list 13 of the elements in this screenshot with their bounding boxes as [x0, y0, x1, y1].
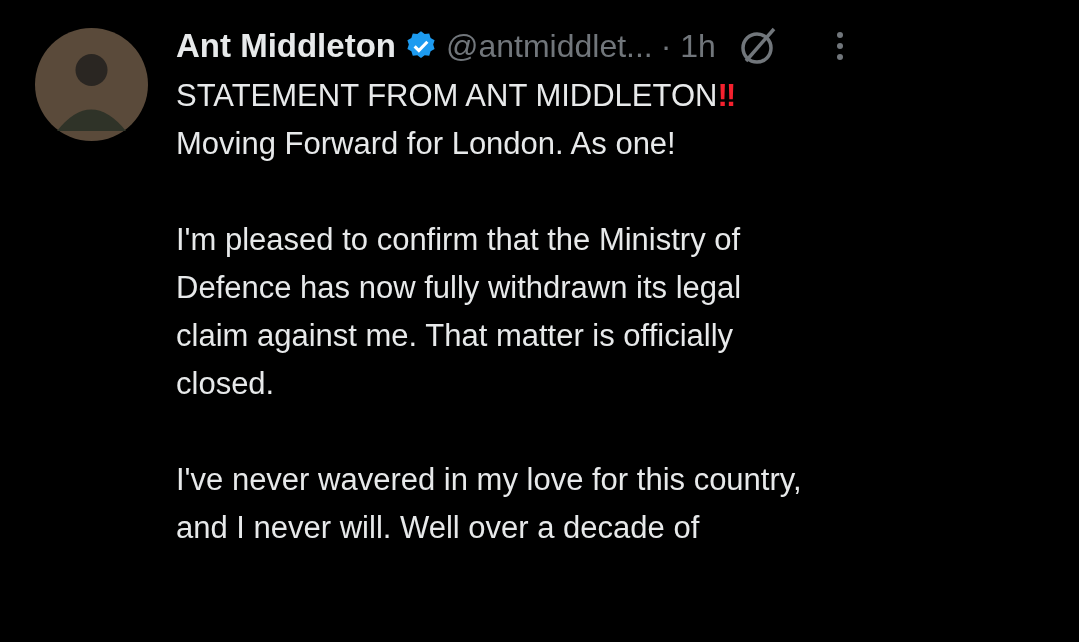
post-text: claim against me. That matter is officially [176, 317, 735, 355]
post-text: I've never wavered in my love for this country, [176, 461, 803, 499]
avatar[interactable] [35, 28, 148, 141]
post-text: and I never will. Well over a decade of [176, 509, 701, 547]
post-text: Moving Forward for London. As one! [176, 125, 677, 163]
post-time[interactable]: · 1h [660, 22, 716, 70]
post-text: closed. [176, 365, 276, 403]
author-name[interactable]: Ant Middleton [176, 21, 396, 71]
post-text: I'm pleased to confirm that the Ministry of [176, 221, 742, 259]
post-text: Defence has now fully withdrawn its legal [176, 269, 743, 307]
author-handle[interactable]: @antmiddlet... [445, 22, 653, 70]
more-icon[interactable] [835, 31, 844, 61]
post-text: STATEMENT FROM ANT MIDDLETON‼ [176, 77, 738, 115]
